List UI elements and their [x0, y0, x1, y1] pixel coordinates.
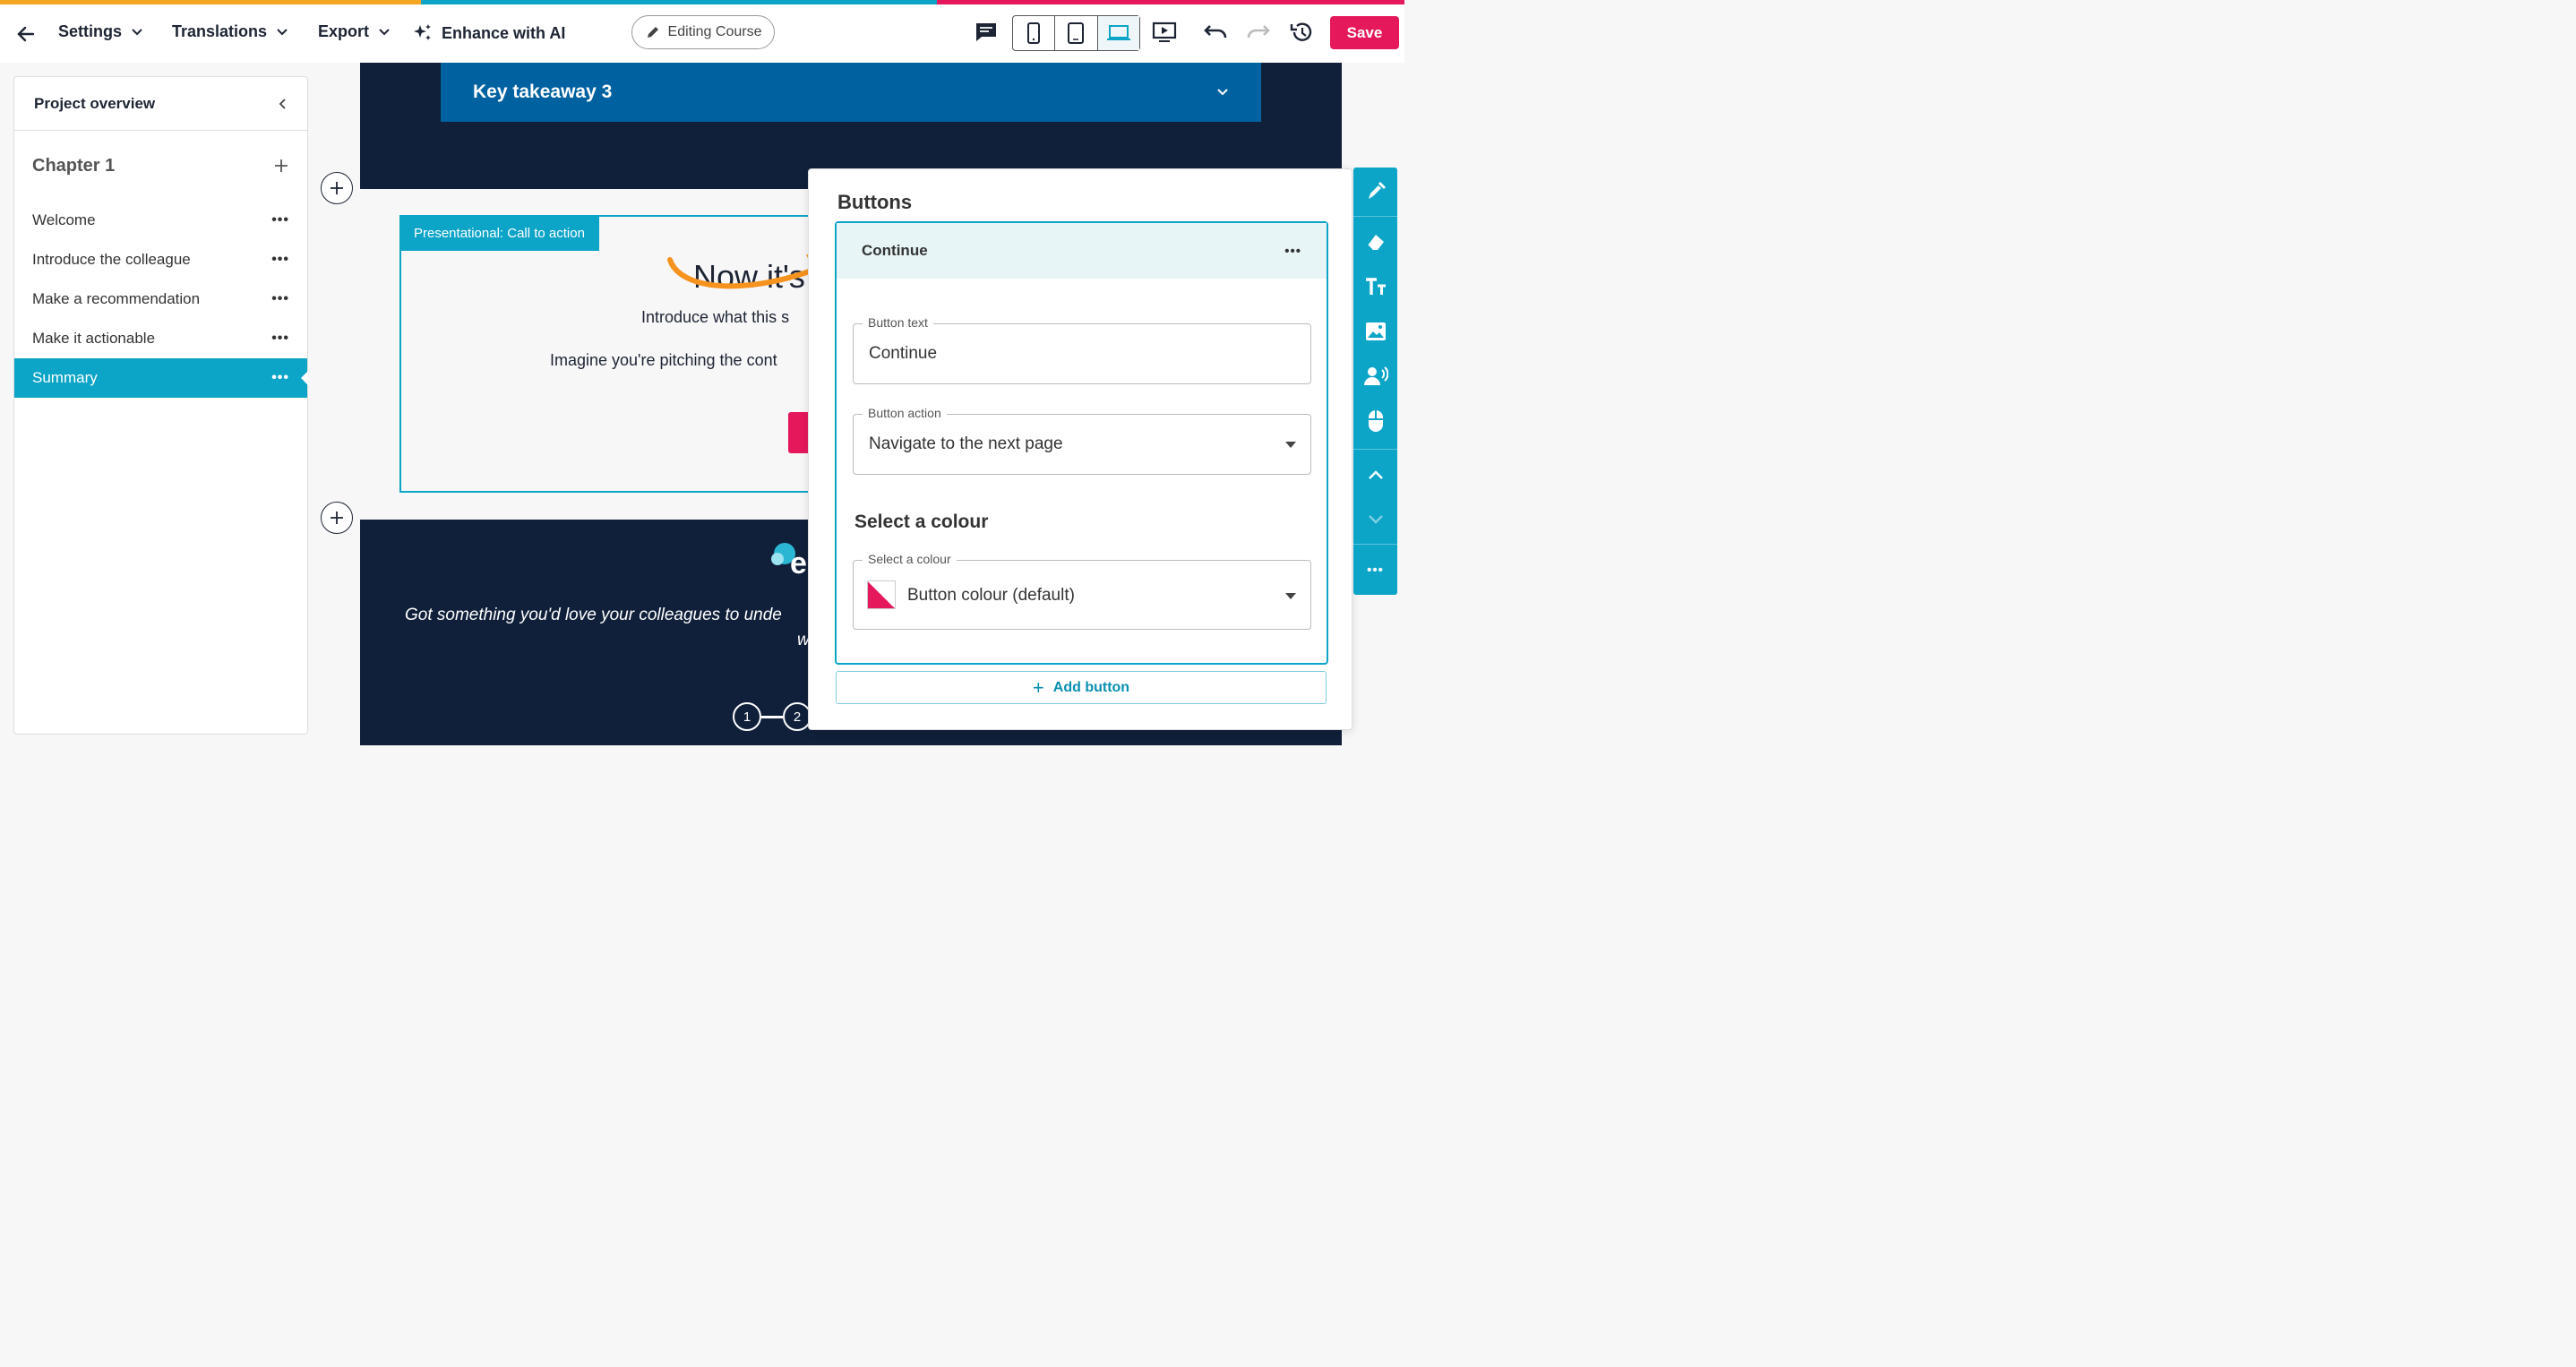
sidebar-item-introduce[interactable]: Introduce the colleague •••: [14, 240, 307, 279]
footer-quote: Got something you'd love your colleagues…: [405, 606, 782, 624]
enhance-ai-label: Enhance with AI: [442, 23, 566, 42]
chevron-down-icon: [277, 28, 288, 35]
mouse-icon[interactable]: [1353, 402, 1397, 440]
chevron-down-icon: [379, 28, 390, 35]
more-icon[interactable]: •••: [271, 252, 289, 268]
chevron-down-icon: [132, 28, 142, 35]
pencil-icon: [647, 27, 658, 38]
export-menu[interactable]: Export: [318, 22, 391, 41]
button-card-header[interactable]: Continue •••: [837, 223, 1327, 279]
undo-icon[interactable]: [1202, 19, 1229, 46]
plus-icon[interactable]: [273, 158, 289, 174]
button-action-select[interactable]: Button action Navigate to the next page: [853, 406, 1311, 475]
add-block-button[interactable]: [321, 502, 353, 534]
logo-letter: e: [790, 546, 807, 580]
chapter-title: Chapter 1: [32, 155, 116, 176]
translations-label: Translations: [172, 22, 268, 40]
plus-icon: [331, 512, 343, 524]
block-tools-rail: •••: [1353, 168, 1397, 595]
colour-select-label: Select a colour: [863, 552, 957, 566]
chevron-down-icon[interactable]: [1353, 501, 1397, 538]
export-label: Export: [318, 22, 370, 40]
sidebar-item-recommendation[interactable]: Make a recommendation •••: [14, 279, 307, 319]
step-indicator: 1 2: [733, 702, 811, 731]
preview-icon[interactable]: [1150, 19, 1179, 46]
buttons-settings-panel: Buttons Continue ••• Button text Continu…: [808, 168, 1352, 730]
add-button[interactable]: + Add button: [836, 671, 1327, 704]
eraser-icon[interactable]: [1353, 223, 1397, 261]
narration-icon[interactable]: [1353, 357, 1397, 395]
add-button-label: Add button: [1052, 679, 1130, 695]
eyedropper-icon[interactable]: [1353, 173, 1397, 211]
image-icon[interactable]: [1353, 313, 1397, 350]
sidebar-item-label: Summary: [32, 369, 98, 386]
block-type-tag: Presentational: Call to action: [399, 215, 599, 251]
settings-menu[interactable]: Settings: [58, 22, 143, 41]
button-card-title: Continue: [862, 242, 928, 259]
chevron-left-icon[interactable]: [277, 98, 288, 110]
chapter-header[interactable]: Chapter 1: [14, 131, 307, 201]
colour-select-value: Button colour (default): [907, 586, 1075, 605]
button-text-label: Button text: [863, 315, 933, 330]
arrow-left-icon[interactable]: [13, 21, 39, 47]
sparkles-icon: [414, 24, 431, 40]
comment-icon[interactable]: [973, 19, 1000, 46]
takeaway-title: Key takeaway 3: [473, 82, 613, 102]
caret-down-icon: [1285, 442, 1296, 448]
sidebar-item-label: Make a recommendation: [32, 290, 201, 307]
text-size-icon[interactable]: [1353, 268, 1397, 305]
toolbar: Settings Translations Export Enhance wit…: [0, 4, 1404, 63]
redo-icon[interactable]: [1245, 19, 1272, 46]
editing-course-badge[interactable]: Editing Course: [631, 15, 775, 49]
button-action-label: Button action: [863, 406, 947, 420]
tablet-icon[interactable]: [1055, 16, 1098, 50]
brand-logo: e: [767, 541, 807, 581]
button-text-value: Continue: [869, 344, 938, 363]
laptop-icon[interactable]: [1097, 16, 1139, 50]
panel-title: Buttons: [837, 191, 913, 213]
more-icon[interactable]: •••: [271, 212, 289, 228]
sidebar-item-summary[interactable]: Summary •••: [14, 358, 308, 398]
sidebar-item-actionable[interactable]: Make it actionable •••: [14, 319, 307, 358]
button-config-card: Continue ••• Button text Continue Button…: [835, 221, 1328, 665]
sidebar-title: Project overview: [34, 94, 156, 112]
save-button[interactable]: Save: [1330, 16, 1399, 49]
colour-swatch: [867, 580, 896, 609]
mobile-icon[interactable]: [1013, 16, 1056, 50]
project-overview-sidebar: Project overview Chapter 1 Welcome ••• In…: [13, 76, 308, 735]
add-block-button[interactable]: [321, 172, 353, 204]
more-icon[interactable]: •••: [1284, 244, 1301, 259]
editing-course-label: Editing Course: [667, 24, 762, 39]
button-text-field[interactable]: Button text Continue: [853, 315, 1311, 384]
colour-select[interactable]: Select a colour Button colour (default): [853, 552, 1311, 630]
sidebar-item-welcome[interactable]: Welcome •••: [14, 201, 307, 240]
caret-down-icon: [1285, 593, 1296, 599]
plus-icon: +: [1032, 675, 1044, 699]
cta-text-line: Introduce what this s: [641, 308, 790, 326]
select-colour-heading: Select a colour: [854, 512, 989, 532]
sidebar-header: Project overview: [14, 77, 307, 131]
history-icon[interactable]: [1288, 19, 1315, 46]
takeaway-accordion[interactable]: Key takeaway 3: [441, 63, 1261, 122]
sidebar-item-label: Welcome: [32, 211, 96, 228]
chevron-down-icon: [1217, 89, 1228, 96]
settings-label: Settings: [58, 22, 123, 40]
chevron-up-icon[interactable]: [1353, 456, 1397, 494]
device-preview-group: [1012, 15, 1140, 51]
button-action-value: Navigate to the next page: [869, 434, 1063, 453]
more-icon[interactable]: •••: [271, 291, 289, 307]
more-icon[interactable]: •••: [1353, 551, 1397, 589]
enhance-ai-button[interactable]: Enhance with AI: [412, 22, 565, 44]
step-connector: [761, 715, 783, 718]
sidebar-item-label: Make it actionable: [32, 330, 156, 347]
sidebar-item-label: Introduce the colleague: [32, 251, 191, 268]
cta-text-line: Imagine you're pitching the cont: [550, 351, 777, 369]
step-1[interactable]: 1: [733, 702, 761, 731]
more-icon[interactable]: •••: [271, 370, 289, 386]
translations-menu[interactable]: Translations: [172, 22, 288, 41]
plus-icon: [331, 182, 343, 194]
more-icon[interactable]: •••: [271, 331, 289, 347]
